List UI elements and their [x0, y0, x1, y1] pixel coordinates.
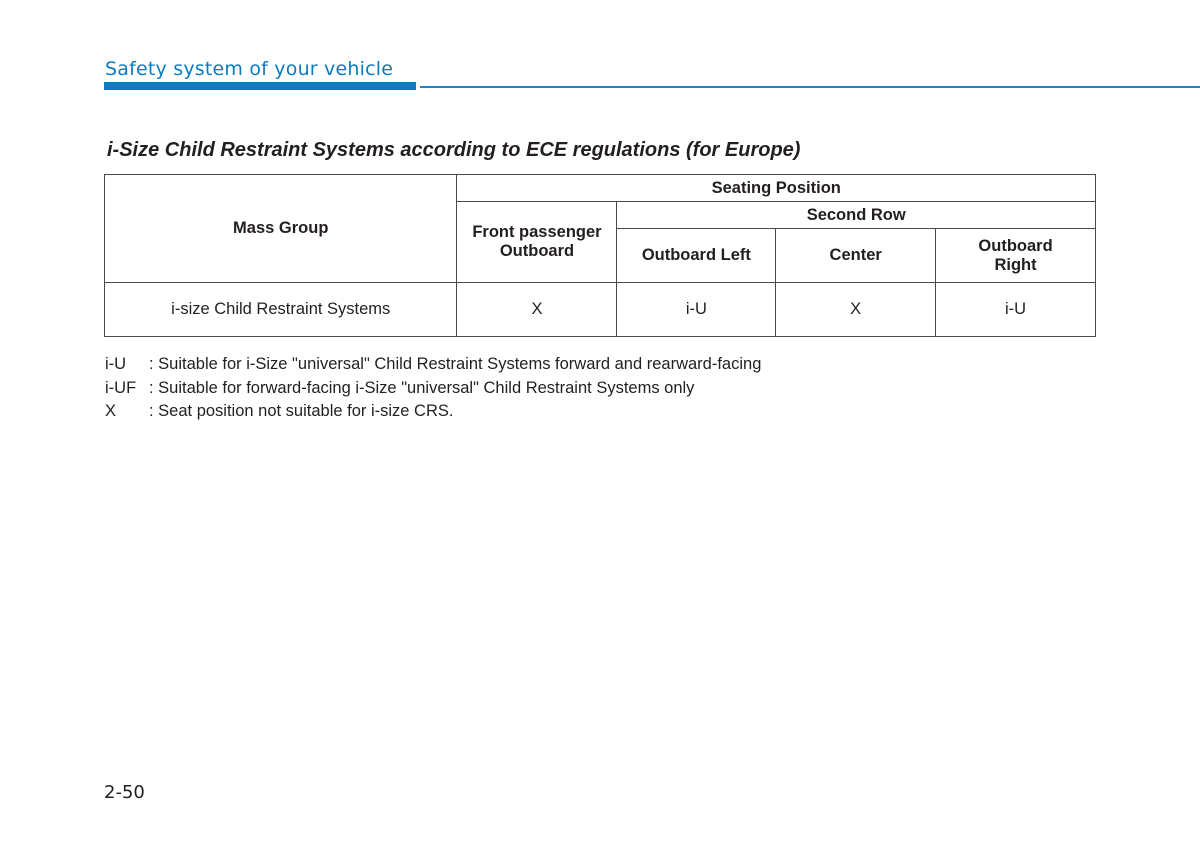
legend-key: X [105, 402, 117, 420]
header-rule [420, 86, 1200, 88]
legend-key: i-U [105, 355, 127, 373]
cell-mass-group: i-size Child Restraint Systems [103, 282, 458, 337]
page-number: 2-50 [104, 782, 145, 803]
legend-key: i-UF [105, 378, 137, 397]
header-outboard-left: Outboard Left [616, 228, 777, 283]
legend-item: X : Seat position not suitable for i-siz… [105, 400, 761, 424]
header-accent-bar [104, 82, 416, 90]
legend-text: : Suitable for forward-facing i-Size "un… [149, 378, 695, 397]
table-header-row: Mass Group Seating Position [103, 174, 1096, 283]
cell-center: X [775, 282, 937, 337]
header-center: Center [775, 228, 937, 283]
header-second-row: Second Row [616, 201, 1096, 229]
legend-item: i-U : Suitable for i-Size "universal" Ch… [105, 353, 761, 377]
header-outboard-right: Outboard Right [935, 228, 1096, 283]
page-title: i-Size Child Restraint Systems according… [107, 139, 801, 161]
crs-table: Mass Group Seating Position Front passen… [103, 174, 1096, 337]
header-seating-position: Seating Position [456, 174, 1096, 202]
table-row: i-size Child Restraint Systems X i-U X i… [103, 282, 1096, 337]
header-mass-group: Mass Group [103, 174, 458, 283]
legend: i-U : Suitable for i-Size "universal" Ch… [105, 353, 761, 424]
legend-text: : Suitable for i-Size "universal" Child … [149, 355, 762, 373]
section-header-title: Safety system of your vehicle [105, 58, 394, 80]
legend-item: i-UF : Suitable for forward-facing i-Siz… [105, 377, 761, 401]
header-front-passenger: Front passenger Outboard [456, 201, 618, 283]
legend-text: : Seat position not suitable for i-size … [149, 402, 454, 420]
cell-outboard-right: i-U [935, 282, 1096, 337]
cell-front-passenger: X [456, 282, 618, 337]
cell-outboard-left: i-U [616, 282, 777, 337]
